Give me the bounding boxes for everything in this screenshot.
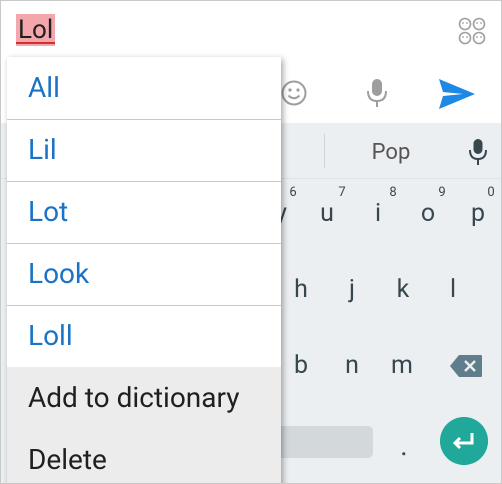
misspelled-word[interactable]: Lol xyxy=(16,14,56,46)
key-i[interactable]: i xyxy=(358,194,398,234)
microphone-icon[interactable] xyxy=(365,77,389,109)
menu-item-label: Lil xyxy=(28,133,57,166)
spacebar[interactable] xyxy=(271,426,373,458)
menu-item-suggestion-4[interactable]: Look xyxy=(7,243,281,306)
menu-item-suggestion-1[interactable]: All xyxy=(7,57,281,120)
menu-item-label: All xyxy=(28,71,60,104)
enter-return-icon[interactable] xyxy=(440,417,488,465)
key-p[interactable]: p xyxy=(458,194,498,234)
menu-item-suggestion-5[interactable]: Loll xyxy=(7,305,281,368)
send-arrow-icon[interactable] xyxy=(437,77,477,111)
key-b[interactable]: b xyxy=(281,346,321,386)
suggestion-pop[interactable]: Pop xyxy=(331,137,451,169)
key-h[interactable]: h xyxy=(281,270,321,310)
message-text-area[interactable]: Lol xyxy=(1,1,501,61)
menu-item-label: Delete xyxy=(28,443,107,476)
menu-item-label: Lot xyxy=(28,195,69,228)
menu-item-add-to-dictionary[interactable]: Add to dictionary xyxy=(7,367,281,430)
screenshot-frame: Lol Pop 6 7 8 9 0 y u i o p h j k l b n … xyxy=(0,0,502,484)
menu-item-label: Loll xyxy=(28,319,73,352)
backspace-icon[interactable] xyxy=(449,354,483,378)
key-j[interactable]: j xyxy=(332,270,372,310)
menu-item-label: Look xyxy=(28,257,90,290)
key-n[interactable]: n xyxy=(332,346,372,386)
menu-item-suggestion-2[interactable]: Lil xyxy=(7,119,281,182)
key-period[interactable]: . xyxy=(389,426,419,466)
menu-item-delete[interactable]: Delete xyxy=(7,429,281,483)
emoji-grid-icon[interactable] xyxy=(457,16,487,46)
key-u[interactable]: u xyxy=(307,194,347,234)
key-o[interactable]: o xyxy=(408,194,448,234)
spelling-suggestion-menu: All Lil Lot Look Loll Add to dictionary … xyxy=(7,57,281,483)
suggestion-divider xyxy=(324,134,325,168)
menu-item-label: Add to dictionary xyxy=(28,381,240,414)
key-m[interactable]: m xyxy=(382,346,422,386)
key-l[interactable]: l xyxy=(433,270,473,310)
key-k[interactable]: k xyxy=(383,270,423,310)
smiley-face-icon[interactable] xyxy=(280,79,308,107)
microphone-icon[interactable] xyxy=(467,138,489,168)
menu-item-suggestion-3[interactable]: Lot xyxy=(7,181,281,244)
